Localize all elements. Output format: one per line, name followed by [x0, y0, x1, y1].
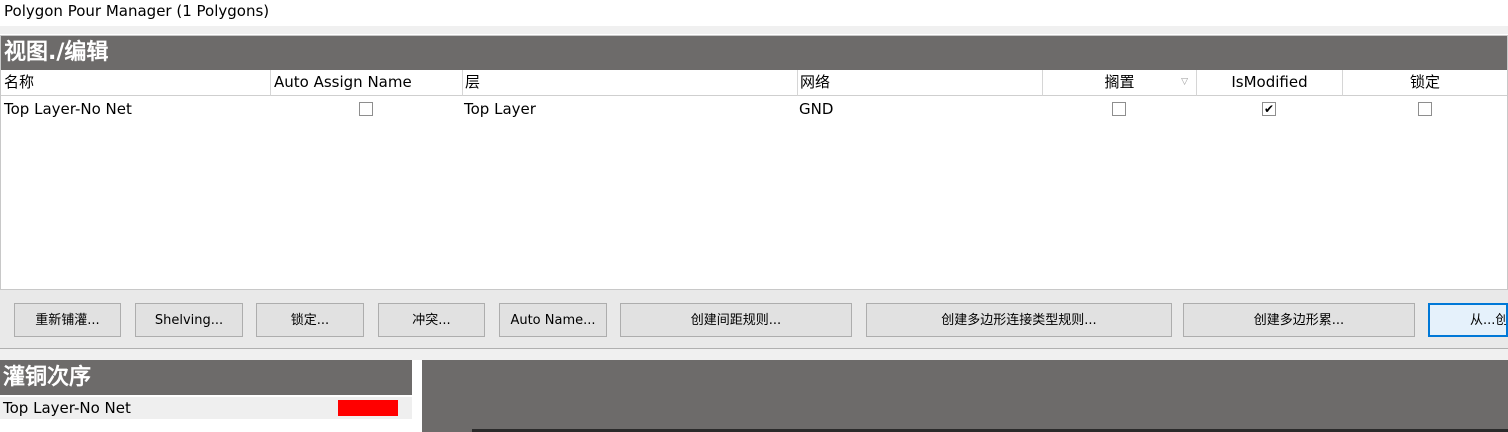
column-header-auto-assign-name[interactable]: Auto Assign Name [271, 70, 463, 96]
pour-order-panel: 灌铜次序 Top Layer-No Net [0, 360, 412, 432]
locked-checkbox[interactable] [1418, 102, 1432, 116]
create-clearance-rule-button[interactable]: 创建间距规则... [620, 303, 852, 337]
column-header-shelved[interactable]: 搁置 ▽ [1043, 70, 1197, 96]
violations-button[interactable]: 冲突... [378, 303, 485, 337]
shelved-checkbox[interactable] [1112, 102, 1126, 116]
column-header-is-modified[interactable]: IsModified [1197, 70, 1343, 96]
window-title: Polygon Pour Manager (1 Polygons) [4, 2, 270, 20]
is-modified-checkbox[interactable]: ✔ [1262, 102, 1276, 116]
cell-name[interactable]: Top Layer-No Net [4, 98, 132, 120]
top-separator [0, 26, 1508, 34]
create-polygon-class-button[interactable]: 创建多边形累... [1183, 303, 1415, 337]
list-item[interactable]: Top Layer-No Net [0, 397, 412, 419]
sort-indicator-icon: ▽ [1181, 77, 1188, 87]
column-header-shelved-label: 搁置 [1104, 73, 1135, 91]
polygon-color-swatch [338, 400, 398, 416]
polygon-preview-area[interactable] [422, 360, 1508, 432]
polygon-grid: 视图./编辑 名称 Auto Assign Name 层 网络 搁置 ▽ IsM… [0, 35, 1508, 290]
lock-button[interactable]: 锁定... [256, 303, 364, 337]
create-connect-style-rule-button[interactable]: 创建多边形连接类型规则... [866, 303, 1172, 337]
auto-assign-name-checkbox[interactable] [359, 102, 373, 116]
from-button[interactable]: 从...创 [1428, 303, 1508, 337]
pour-order-item-name: Top Layer-No Net [3, 399, 131, 417]
view-edit-header: 视图./编辑 [1, 36, 1507, 70]
cell-layer[interactable]: Top Layer [464, 98, 536, 120]
shelving-button[interactable]: Shelving... [135, 303, 243, 337]
repour-button[interactable]: 重新铺灌... [14, 303, 121, 337]
pour-order-header: 灌铜次序 [0, 360, 412, 395]
column-header-locked[interactable]: 锁定 [1343, 70, 1507, 96]
auto-name-button[interactable]: Auto Name... [499, 303, 607, 337]
panel-separator [0, 349, 1508, 360]
cell-net[interactable]: GND [799, 98, 833, 120]
column-header-layer[interactable]: 层 [463, 70, 798, 96]
column-header-net[interactable]: 网络 [798, 70, 1043, 96]
column-header-name[interactable]: 名称 [1, 70, 271, 96]
